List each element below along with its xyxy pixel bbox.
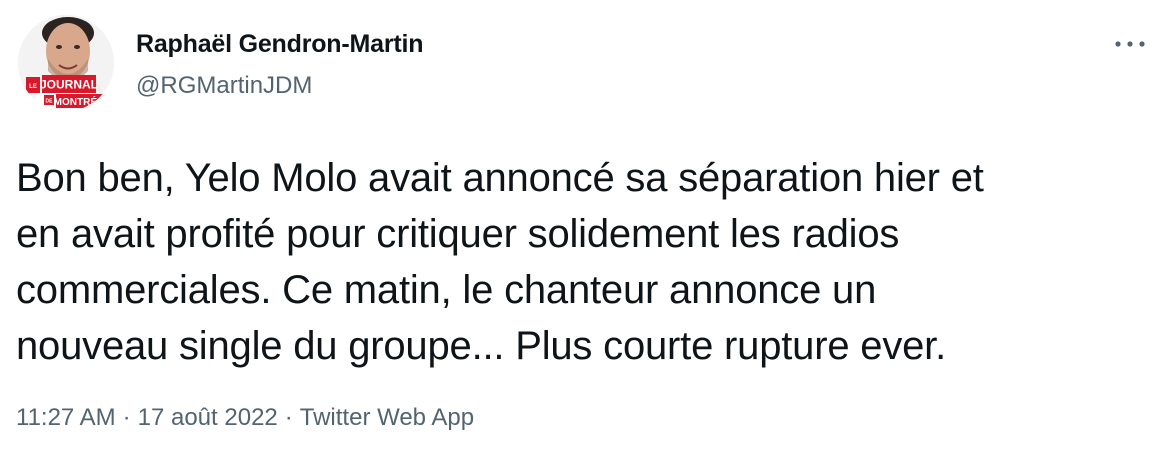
svg-text:DE: DE <box>46 99 54 105</box>
svg-text:LE: LE <box>29 84 37 90</box>
tweet-time-link[interactable]: 11:27 AM <box>16 404 116 432</box>
tweet-card: LE JOURNAL DE MONTRÉAL Raphaël Gendron-M… <box>0 0 1168 470</box>
more-options-button[interactable] <box>1106 28 1154 64</box>
tweet-text-line: commerciales. Ce matin, le chanteur anno… <box>16 268 877 312</box>
author-name[interactable]: Raphaël Gendron-Martin <box>136 30 423 59</box>
author-handle[interactable]: @RGMartinJDM <box>136 72 312 100</box>
meta-separator: · <box>122 404 131 431</box>
tweet-source-link[interactable]: Twitter Web App <box>300 404 474 432</box>
tweet-metadata: 11:27 AM · 17 août 2022 · Twitter Web App <box>16 404 474 432</box>
svg-text:MONTRÉAL: MONTRÉAL <box>54 95 111 108</box>
tweet-text: Bon ben, Yelo Molo avait annoncé sa sépa… <box>16 150 1156 374</box>
svg-text:JOURNAL: JOURNAL <box>40 78 98 92</box>
tweet-text-line: Bon ben, Yelo Molo avait annoncé sa sépa… <box>16 156 984 200</box>
avatar[interactable]: LE JOURNAL DE MONTRÉAL <box>18 15 114 111</box>
tweet-text-line: en avait profité pour critiquer solideme… <box>16 212 900 256</box>
meta-separator: · <box>284 404 293 431</box>
tweet-date-link[interactable]: 17 août 2022 <box>138 404 278 432</box>
tweet-text-line: nouveau single du groupe... Plus courte … <box>16 324 947 368</box>
avatar-image: LE JOURNAL DE MONTRÉAL <box>18 15 114 111</box>
more-horizontal-icon <box>1115 41 1145 47</box>
